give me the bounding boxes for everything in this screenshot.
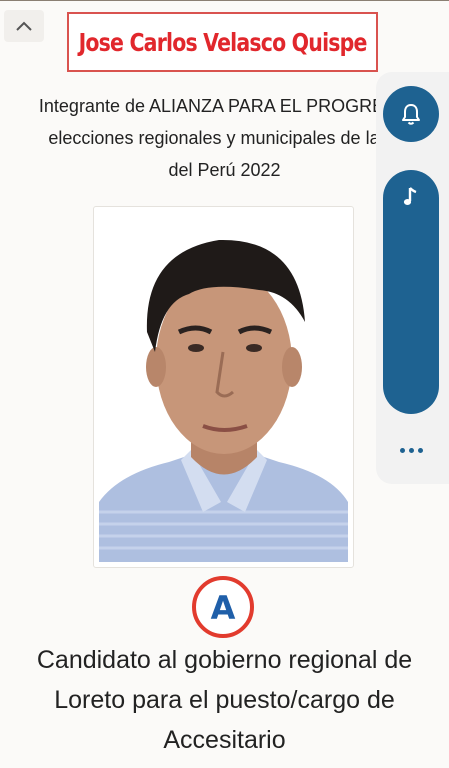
candidacy-line-1: Candidato al gobierno regional de <box>36 646 413 674</box>
music-player-bar[interactable] <box>383 170 439 414</box>
collapse-button[interactable] <box>4 10 44 42</box>
candidate-photo <box>99 212 348 562</box>
notifications-button[interactable] <box>383 86 439 142</box>
candidacy-line-2: Loreto para el puesto/cargo de <box>54 686 395 714</box>
more-horizontal-icon <box>399 447 405 453</box>
top-divider <box>0 0 449 5</box>
candidacy-text: Candidato al gobierno regional de Loreto… <box>0 640 449 766</box>
candidate-name: Jose Carlos Velasco Quispe <box>78 27 368 57</box>
party-logo-letter: A <box>211 589 236 627</box>
candidacy-line-3: Accesitario <box>163 726 286 754</box>
candidate-photo-frame <box>93 206 354 568</box>
chevron-up-icon <box>16 21 32 31</box>
music-note-icon <box>403 187 417 205</box>
candidate-name-box: Jose Carlos Velasco Quispe <box>67 12 378 72</box>
more-options-button[interactable] <box>388 432 434 468</box>
party-logo: A <box>192 576 254 638</box>
bell-icon <box>402 104 420 125</box>
